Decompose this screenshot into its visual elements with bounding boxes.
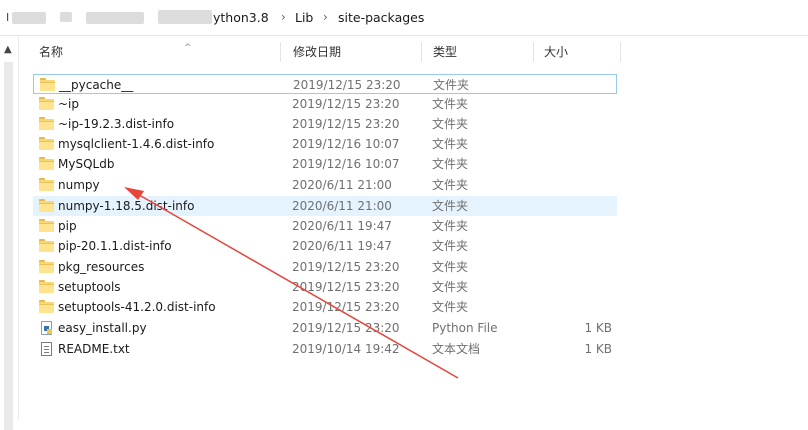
red-arrow-annotation [124, 187, 459, 379]
